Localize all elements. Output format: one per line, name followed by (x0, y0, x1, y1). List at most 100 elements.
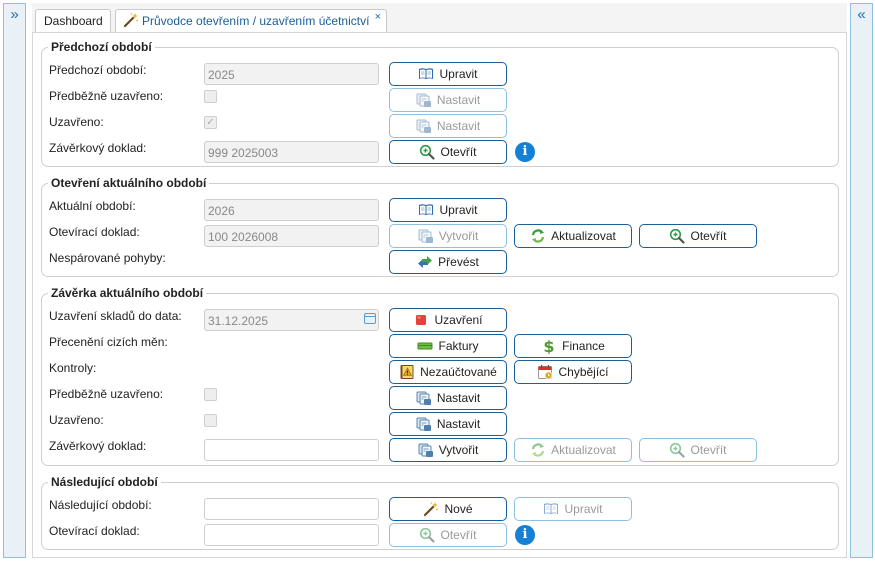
magic-wand-icon (123, 12, 139, 28)
collapse-panel-icon[interactable]: « (851, 6, 872, 24)
button-label: Převést (438, 255, 479, 269)
zoom-icon (669, 228, 685, 244)
button-label: Nastavit (436, 417, 481, 431)
button-label: Aktualizovat (551, 443, 616, 457)
card-icon (417, 338, 433, 354)
closing-doc-row: Závěrkový doklad: Vytvořit Aktualizovat … (42, 438, 838, 463)
checks-row: Kontroly: Nezaúčtované Chybějící (42, 360, 838, 385)
close-tab-icon[interactable]: × (375, 6, 381, 28)
stock-date-field (204, 309, 379, 331)
next-period-label: Následující období: (49, 498, 152, 512)
prev-period-row: Předchozí období: Upravit (42, 62, 838, 87)
prev-prelim-set-button[interactable]: Nastavit (389, 88, 507, 112)
calendar-clock-icon (537, 364, 553, 380)
button-label: Nezaúčtované (420, 365, 497, 379)
prev-prelim-checkbox[interactable] (204, 90, 217, 103)
prev-period-input[interactable] (204, 63, 379, 85)
prev-closed-label: Uzavřeno: (49, 115, 104, 129)
closing-doc-update-button[interactable]: Aktualizovat (514, 438, 632, 462)
close-closed-set-button[interactable]: Nastavit (389, 412, 507, 436)
checks-label: Kontroly: (49, 361, 97, 375)
close-current-section: Závěrka aktuálního období Uzavření sklad… (41, 287, 839, 466)
stock-close-button[interactable]: Uzavření (389, 308, 507, 332)
revaluation-finance-button[interactable]: Finance (514, 334, 632, 358)
closing-doc-create-button[interactable]: Vytvořit (389, 438, 507, 462)
current-period-edit-button[interactable]: Upravit (389, 198, 507, 222)
button-label: Upravit (564, 502, 603, 516)
documents-icon (418, 228, 434, 244)
unmatched-transfer-button[interactable]: Převést (389, 250, 507, 274)
opening-doc-input[interactable] (204, 225, 379, 247)
checks-missing-button[interactable]: Chybějící (514, 360, 632, 384)
closing-doc-open-button[interactable]: Otevřít (639, 438, 757, 462)
zoom-icon (419, 144, 435, 160)
open-current-legend: Otevření aktuálního období (51, 176, 207, 190)
close-current-legend: Závěrka aktuálního období (51, 286, 204, 300)
current-period-input[interactable] (204, 199, 379, 221)
next-period-section: Následující období Následující období: N… (41, 476, 839, 550)
documents-icon (416, 92, 432, 108)
button-label: Uzavření (434, 313, 483, 327)
prev-doc-input[interactable] (204, 141, 379, 163)
refresh-icon (530, 442, 546, 458)
revaluation-invoices-button[interactable]: Faktury (389, 334, 507, 358)
tab-wizard-label: Průvodce otevřením / uzavřením účetnictv… (142, 14, 370, 28)
revaluation-row: Přecenění cizích měn: Faktury Finance (42, 334, 838, 359)
next-period-new-button[interactable]: Nové (389, 497, 507, 521)
documents-icon (416, 390, 432, 406)
button-label: Otevřít (690, 443, 727, 457)
prev-doc-label: Závěrkový doklad: (49, 141, 147, 155)
button-label: Upravit (439, 203, 478, 217)
button-label: Vytvořit (438, 443, 479, 457)
prev-doc-open-button[interactable]: Otevřít (389, 140, 507, 164)
opening-doc-create-button[interactable]: Vytvořit (389, 224, 507, 248)
stop-icon (413, 312, 429, 328)
button-label: Otevřít (690, 229, 727, 243)
button-label: Nové (444, 502, 473, 516)
button-label: Vytvořit (438, 229, 479, 243)
close-prelim-set-button[interactable]: Nastavit (389, 386, 507, 410)
documents-icon (418, 442, 434, 458)
prev-closed-set-button[interactable]: Nastavit (389, 114, 507, 138)
next-doc-info-icon[interactable]: i (515, 525, 535, 545)
prev-doc-info-icon[interactable]: i (515, 142, 535, 162)
book-icon (418, 66, 434, 82)
close-closed-checkbox[interactable] (204, 414, 217, 427)
prev-prelim-label: Předběžně uzavřeno: (49, 89, 164, 103)
next-period-edit-button[interactable]: Upravit (514, 497, 632, 521)
prev-prelim-row: Předběžně uzavřeno: Nastavit (42, 88, 838, 113)
button-label: Chybějící (558, 365, 609, 379)
button-label: Otevřít (440, 528, 477, 542)
closing-doc-label: Závěrkový doklad: (49, 439, 147, 453)
documents-icon (416, 118, 432, 134)
unmatched-row: Nespárované pohyby: Převést (42, 250, 838, 275)
opening-doc-open-button[interactable]: Otevřít (639, 224, 757, 248)
close-prelim-checkbox[interactable] (204, 388, 217, 401)
refresh-icon (530, 228, 546, 244)
previous-period-legend: Předchozí období (51, 40, 152, 54)
next-period-input[interactable] (204, 498, 379, 520)
expand-panel-icon[interactable]: » (4, 6, 25, 24)
current-period-label: Aktuální období: (49, 199, 136, 213)
button-label: Nastavit (436, 391, 481, 405)
open-current-section: Otevření aktuálního období Aktuální obdo… (41, 177, 839, 277)
calendar-icon[interactable] (364, 313, 376, 324)
left-panel: » (3, 3, 26, 558)
next-doc-open-button[interactable]: Otevřít (389, 523, 507, 547)
next-doc-label: Otevírací doklad: (49, 524, 140, 538)
close-closed-row: Uzavřeno: Nastavit (42, 412, 838, 437)
next-doc-input[interactable] (204, 524, 379, 546)
zoom-icon (669, 442, 685, 458)
opening-doc-update-button[interactable]: Aktualizovat (514, 224, 632, 248)
next-period-row: Následující období: Nové Upravit (42, 497, 838, 522)
tab-dashboard[interactable]: Dashboard (35, 9, 111, 33)
stock-date-input[interactable] (204, 309, 379, 331)
close-prelim-label: Předběžně uzavřeno: (49, 387, 164, 401)
prev-period-edit-button[interactable]: Upravit (389, 62, 507, 86)
closing-doc-input[interactable] (204, 439, 379, 461)
checks-unposted-button[interactable]: Nezaúčtované (389, 360, 507, 384)
dollar-icon (541, 338, 557, 354)
tab-accounting-wizard[interactable]: Průvodce otevřením / uzavřením účetnictv… (115, 9, 387, 33)
prev-closed-checkbox[interactable]: ✓ (204, 116, 217, 129)
opening-doc-label: Otevírací doklad: (49, 225, 140, 239)
